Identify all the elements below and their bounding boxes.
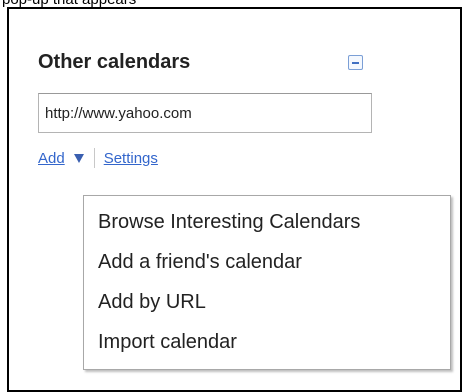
menu-item-browse-interesting-calendars[interactable]: Browse Interesting Calendars bbox=[84, 202, 450, 242]
other-calendars-title: Other calendars bbox=[38, 51, 191, 73]
settings-link[interactable]: Settings bbox=[104, 150, 158, 167]
calendar-url-input[interactable] bbox=[38, 93, 372, 133]
menu-item-import-calendar[interactable]: Import calendar bbox=[84, 322, 450, 362]
add-calendar-menu: Browse Interesting Calendars Add a frien… bbox=[83, 195, 451, 370]
add-link[interactable]: Add bbox=[38, 150, 65, 167]
other-calendars-actions: Add Settings bbox=[38, 146, 158, 170]
menu-item-add-by-url[interactable]: Add by URL bbox=[84, 282, 450, 322]
collapse-bar bbox=[352, 62, 359, 64]
action-separator bbox=[93, 148, 95, 168]
menu-item-add-friends-calendar[interactable]: Add a friend's calendar bbox=[84, 242, 450, 282]
triangle-down-icon[interactable] bbox=[73, 153, 84, 163]
minus-square-icon[interactable] bbox=[348, 55, 363, 70]
